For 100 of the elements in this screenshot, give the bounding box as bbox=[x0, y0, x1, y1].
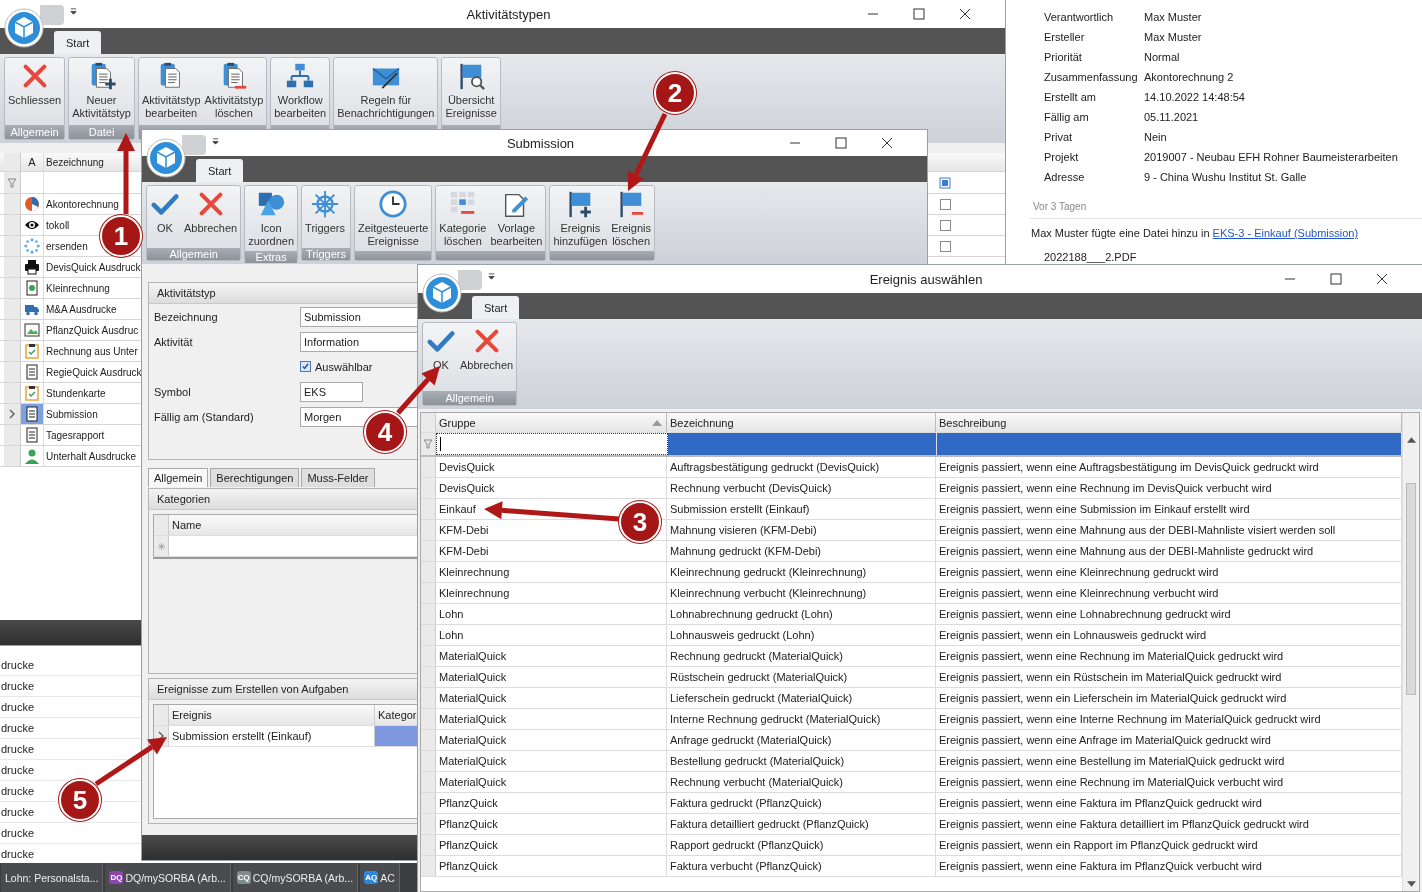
checkbox[interactable] bbox=[939, 219, 951, 231]
list-item[interactable]: Kleinrechnung bbox=[44, 282, 144, 294]
ribbon-button[interactable]: Icon zuordnen bbox=[246, 187, 297, 250]
close-icon[interactable] bbox=[1376, 273, 1388, 285]
ribbon-button[interactable]: Vorlage bearbeiten bbox=[488, 187, 545, 250]
ribbon-button[interactable]: Aktivitätstyp bearbeiten bbox=[139, 59, 203, 124]
table-cell[interactable]: Kleinrechnung bbox=[436, 562, 667, 582]
checkbox[interactable]: Auswählbar bbox=[300, 360, 373, 373]
taskbar-button[interactable]: AQ AC bbox=[360, 863, 400, 892]
maximize-icon[interactable] bbox=[835, 137, 847, 149]
list-item[interactable]: DevisQuick Ausdruck bbox=[44, 261, 144, 273]
maximize-icon[interactable] bbox=[913, 8, 925, 20]
table-cell[interactable]: DevisQuick bbox=[436, 457, 667, 477]
table-cell[interactable]: Rechnung gedruckt (MaterialQuick) bbox=[667, 646, 936, 666]
ribbon-button[interactable]: Ereignis hinzufügen bbox=[551, 187, 610, 250]
table-cell[interactable]: Lieferschein gedruckt (MaterialQuick) bbox=[667, 688, 936, 708]
table-cell[interactable]: Rechnung verbucht (DevisQuick) bbox=[667, 478, 936, 498]
ribbon-button[interactable]: Workflow bearbeiten bbox=[272, 59, 329, 124]
checkbox[interactable] bbox=[939, 240, 951, 252]
ribbon-button[interactable]: Abbrechen bbox=[458, 324, 516, 390]
table-cell[interactable]: PflanzQuick bbox=[436, 856, 667, 876]
ribbon-button[interactable]: Zeitgesteuerte Ereignisse bbox=[356, 187, 431, 250]
tab[interactable]: Berechtigungen bbox=[210, 468, 300, 487]
table-cell[interactable]: Mahnung gedruckt (KFM-Debi) bbox=[667, 541, 936, 561]
ribbon-button[interactable]: Aktivitätstyp löschen bbox=[202, 59, 266, 124]
table-cell[interactable]: Interne Rechnung gedruckt (MaterialQuick) bbox=[667, 709, 936, 729]
table-cell[interactable]: Lohnausweis gedruckt (Lohn) bbox=[667, 625, 936, 645]
ribbon-tab[interactable]: Start bbox=[472, 296, 520, 319]
ribbon-tab[interactable]: Start bbox=[54, 31, 102, 54]
ribbon-button[interactable]: Regeln für Benachrichtigungen bbox=[335, 59, 437, 124]
table-cell[interactable]: Lohn bbox=[436, 604, 667, 624]
table-cell[interactable]: PflanzQuick bbox=[436, 814, 667, 834]
caret-icon[interactable] bbox=[70, 8, 77, 15]
table-cell[interactable]: Rüstschein gedruckt (MaterialQuick) bbox=[667, 667, 936, 687]
ribbon-button[interactable]: OK bbox=[148, 187, 182, 247]
table-cell[interactable]: MaterialQuick bbox=[436, 646, 667, 666]
taskbar-button[interactable]: CQ CQ/mySORBA (Arb... bbox=[232, 863, 359, 892]
field-value: Nein bbox=[1144, 131, 1167, 143]
table-cell[interactable]: Submission erstellt (Einkauf) bbox=[667, 499, 936, 519]
table-cell[interactable]: Bestellung gedruckt (MaterialQuick) bbox=[667, 751, 936, 771]
table-cell[interactable]: Mahnung visieren (KFM-Debi) bbox=[667, 520, 936, 540]
group-label: Allgemein bbox=[423, 391, 517, 405]
table-cell[interactable]: MaterialQuick bbox=[436, 772, 667, 792]
table-cell[interactable]: Kleinrechnung verbucht (Kleinrechnung) bbox=[667, 583, 936, 603]
ribbon-button[interactable]: Abbrechen bbox=[182, 187, 240, 247]
list-item[interactable]: Submission bbox=[44, 408, 144, 420]
column-header[interactable]: Bezeichnung bbox=[667, 413, 936, 432]
tab[interactable]: Allgemein bbox=[148, 468, 209, 487]
list-item[interactable]: PflanzQuick Ausdruc bbox=[44, 324, 144, 336]
table-cell[interactable]: Kleinrechnung gedruckt (Kleinrechnung) bbox=[667, 562, 936, 582]
filter-field[interactable] bbox=[436, 433, 668, 455]
taskbar-button[interactable]: Lohn: Personalsta... bbox=[1, 863, 104, 892]
list-item[interactable]: RegieQuick Ausdruck bbox=[44, 366, 144, 378]
close-icon[interactable] bbox=[959, 8, 971, 20]
table-cell[interactable]: Faktura verbucht (PflanzQuick) bbox=[667, 856, 936, 876]
list-item[interactable]: Rechnung aus Unter bbox=[44, 345, 144, 357]
caret-icon[interactable] bbox=[488, 273, 495, 280]
table-cell[interactable]: Kleinrechnung bbox=[436, 583, 667, 603]
table-cell[interactable]: Faktura gedruckt (PflanzQuick) bbox=[667, 793, 936, 813]
activity-link[interactable]: EKS-3 - Einkauf (Submission) bbox=[1212, 227, 1359, 239]
ribbon-button[interactable]: Übersicht Ereignisse bbox=[443, 59, 499, 124]
row-indicator bbox=[421, 835, 436, 855]
ribbon-button[interactable]: Triggers bbox=[303, 187, 347, 247]
list-item[interactable]: Stundenkarte bbox=[44, 387, 144, 399]
table-cell[interactable]: Anfrage gedruckt (MaterialQuick) bbox=[667, 730, 936, 750]
window-title: Submission bbox=[505, 135, 576, 151]
table-cell[interactable]: MaterialQuick bbox=[436, 751, 667, 771]
input-field[interactable]: EKS bbox=[300, 381, 363, 402]
table-cell[interactable]: MaterialQuick bbox=[436, 730, 667, 750]
table-cell[interactable]: Faktura detailliert gedruckt (PflanzQuick) bbox=[667, 814, 936, 834]
table-cell[interactable]: Lohn bbox=[436, 625, 667, 645]
table-cell[interactable]: Auftragsbestätigung gedruckt (DevisQuick) bbox=[667, 457, 936, 477]
list-item[interactable]: Tagesrapport bbox=[44, 429, 144, 441]
table-cell[interactable]: PflanzQuick bbox=[436, 793, 667, 813]
list-item[interactable]: Akontorechnung bbox=[44, 198, 144, 210]
table-cell[interactable]: MaterialQuick bbox=[436, 688, 667, 708]
ribbon-tab[interactable]: Start bbox=[196, 159, 244, 182]
table-cell[interactable]: Rapport gedruckt (PflanzQuick) bbox=[667, 835, 936, 855]
tab[interactable]: Muss-Felder bbox=[301, 468, 375, 487]
ribbon-button[interactable]: Schliessen bbox=[6, 59, 64, 124]
row-indicator bbox=[421, 667, 436, 687]
checkbox[interactable] bbox=[939, 198, 951, 210]
close-icon[interactable] bbox=[881, 137, 893, 149]
row-indicator bbox=[421, 814, 436, 834]
ribbon-button[interactable]: Ereignis löschen bbox=[609, 187, 653, 250]
table-cell[interactable]: PflanzQuick bbox=[436, 835, 667, 855]
table-cell[interactable]: Rechnung verbucht (MaterialQuick) bbox=[667, 772, 936, 792]
column-header[interactable]: Gruppe bbox=[436, 413, 667, 432]
taskbar-button[interactable]: DQ DQ/mySORBA (Arb... bbox=[105, 863, 231, 892]
ribbon-button[interactable]: Kategorie löschen bbox=[437, 187, 489, 250]
table-cell[interactable]: Lohnabrechnung gedruckt (Lohn) bbox=[667, 604, 936, 624]
caret-icon[interactable] bbox=[212, 138, 219, 145]
checkbox-filter-icon bbox=[939, 176, 951, 189]
list-item[interactable]: Unterhalt Ausdrucke bbox=[44, 450, 144, 462]
table-cell[interactable]: MaterialQuick bbox=[436, 667, 667, 687]
table-cell[interactable]: MaterialQuick bbox=[436, 709, 667, 729]
ribbon-button[interactable]: Neuer Aktivitätstyp bbox=[70, 59, 133, 124]
table-cell[interactable]: DevisQuick bbox=[436, 478, 667, 498]
list-item[interactable]: M&A Ausdrucke bbox=[44, 303, 144, 315]
maximize-icon[interactable] bbox=[1330, 273, 1342, 285]
